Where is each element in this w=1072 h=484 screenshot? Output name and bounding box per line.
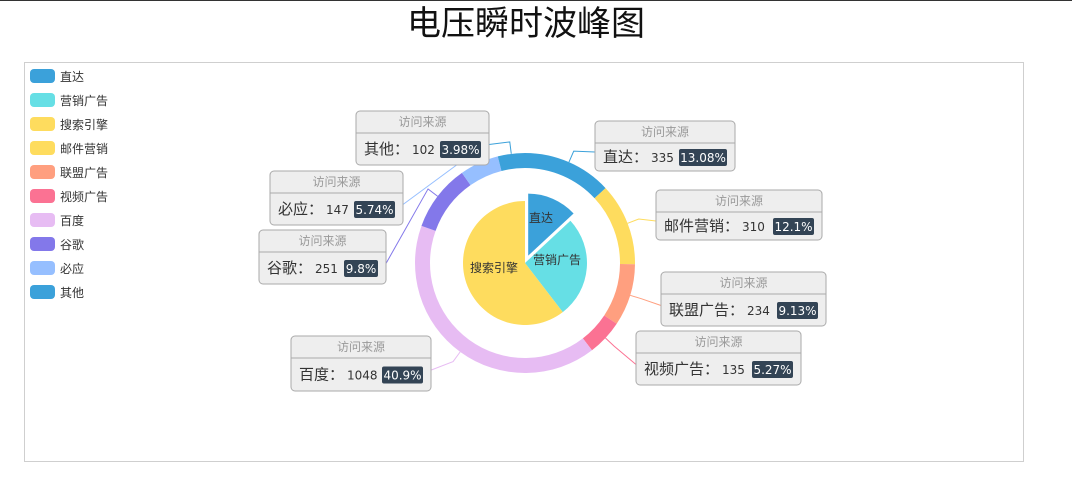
outer-label-box: 访问来源谷歌： 251 9.8% xyxy=(258,229,387,285)
inner-slice-label: 直达 xyxy=(529,211,553,225)
outer-ring-slice[interactable] xyxy=(525,153,606,199)
label-leader-line xyxy=(488,141,512,154)
label-box-name: 视频广告 xyxy=(644,360,704,378)
outer-label-box: 访问来源直达： 335 13.08% xyxy=(594,120,736,172)
label-box-colon: ： xyxy=(704,360,719,378)
label-box-colon: ： xyxy=(329,366,344,384)
label-box-colon: ： xyxy=(633,148,648,166)
label-leader-line xyxy=(430,351,461,371)
label-box-header: 访问来源 xyxy=(298,234,346,248)
label-box-name: 其他 xyxy=(364,140,394,158)
outer-ring-slice[interactable] xyxy=(594,188,635,265)
label-box-header: 访问来源 xyxy=(719,276,767,290)
label-box-colon: ： xyxy=(729,301,744,319)
label-box-percent: 5.27% xyxy=(753,363,791,377)
label-box-colon: ： xyxy=(724,217,739,235)
label-box-header: 访问来源 xyxy=(694,335,742,349)
outer-label-box: 访问来源视频广告： 135 5.27% xyxy=(635,330,802,386)
label-box-value: 147 xyxy=(326,203,349,217)
label-box-header: 访问来源 xyxy=(337,340,385,354)
label-box-header: 访问来源 xyxy=(312,175,360,189)
outer-label-box: 访问来源邮件营销： 310 12.1% xyxy=(655,189,823,241)
outer-label-box: 访问来源其他： 102 3.98% xyxy=(355,110,490,166)
label-leader-line xyxy=(605,337,637,365)
label-box-value: 251 xyxy=(315,262,338,276)
label-box-value: 335 xyxy=(651,151,674,165)
outer-label-box: 访问来源联盟广告： 234 9.13% xyxy=(660,271,827,327)
label-box-header: 访问来源 xyxy=(641,125,689,139)
label-box-name: 直达 xyxy=(603,148,633,166)
label-box-value: 234 xyxy=(747,304,770,318)
label-box-name: 必应 xyxy=(278,200,308,218)
label-leader-line xyxy=(630,294,662,306)
label-box-percent: 12.1% xyxy=(774,220,812,234)
label-box-percent: 9.13% xyxy=(778,304,816,318)
label-leader-line xyxy=(627,218,657,224)
outer-ring-slice[interactable] xyxy=(497,153,525,171)
label-box-header: 访问来源 xyxy=(715,194,763,208)
inner-slice-label: 搜索引擎 xyxy=(470,260,518,275)
label-box-name: 谷歌 xyxy=(267,259,297,277)
outer-ring-slice[interactable] xyxy=(604,264,635,324)
label-box-value: 135 xyxy=(722,363,745,377)
inner-slice-label: 营销广告 xyxy=(533,253,581,267)
label-box-colon: ： xyxy=(297,259,312,277)
label-box-header: 访问来源 xyxy=(398,115,446,129)
outer-label-box: 访问来源百度： 1048 40.9% xyxy=(290,335,432,392)
label-box-value: 102 xyxy=(412,143,435,157)
label-box-name: 联盟广告 xyxy=(669,301,729,319)
label-box-value: 310 xyxy=(742,220,765,234)
label-box-percent: 13.08% xyxy=(680,151,726,165)
outer-ring-slice[interactable] xyxy=(421,172,471,231)
outer-label-box: 访问来源必应： 147 5.74% xyxy=(269,170,404,226)
label-box-colon: ： xyxy=(308,200,323,218)
label-box-percent: 9.8% xyxy=(346,262,377,276)
label-box-value: 1048 xyxy=(347,369,378,383)
label-box-percent: 40.9% xyxy=(383,369,421,383)
label-box-percent: 5.74% xyxy=(355,203,393,217)
label-box-name: 百度 xyxy=(299,366,329,384)
label-box-percent: 3.98% xyxy=(441,143,479,157)
donut-chart: 直达营销广告搜索引擎访问来源直达： 335 13.08%访问来源邮件营销： 310 12… xyxy=(258,110,827,392)
label-box-colon: ： xyxy=(394,140,409,158)
label-box-name: 邮件营销 xyxy=(664,217,724,235)
label-leader-line xyxy=(568,150,596,163)
